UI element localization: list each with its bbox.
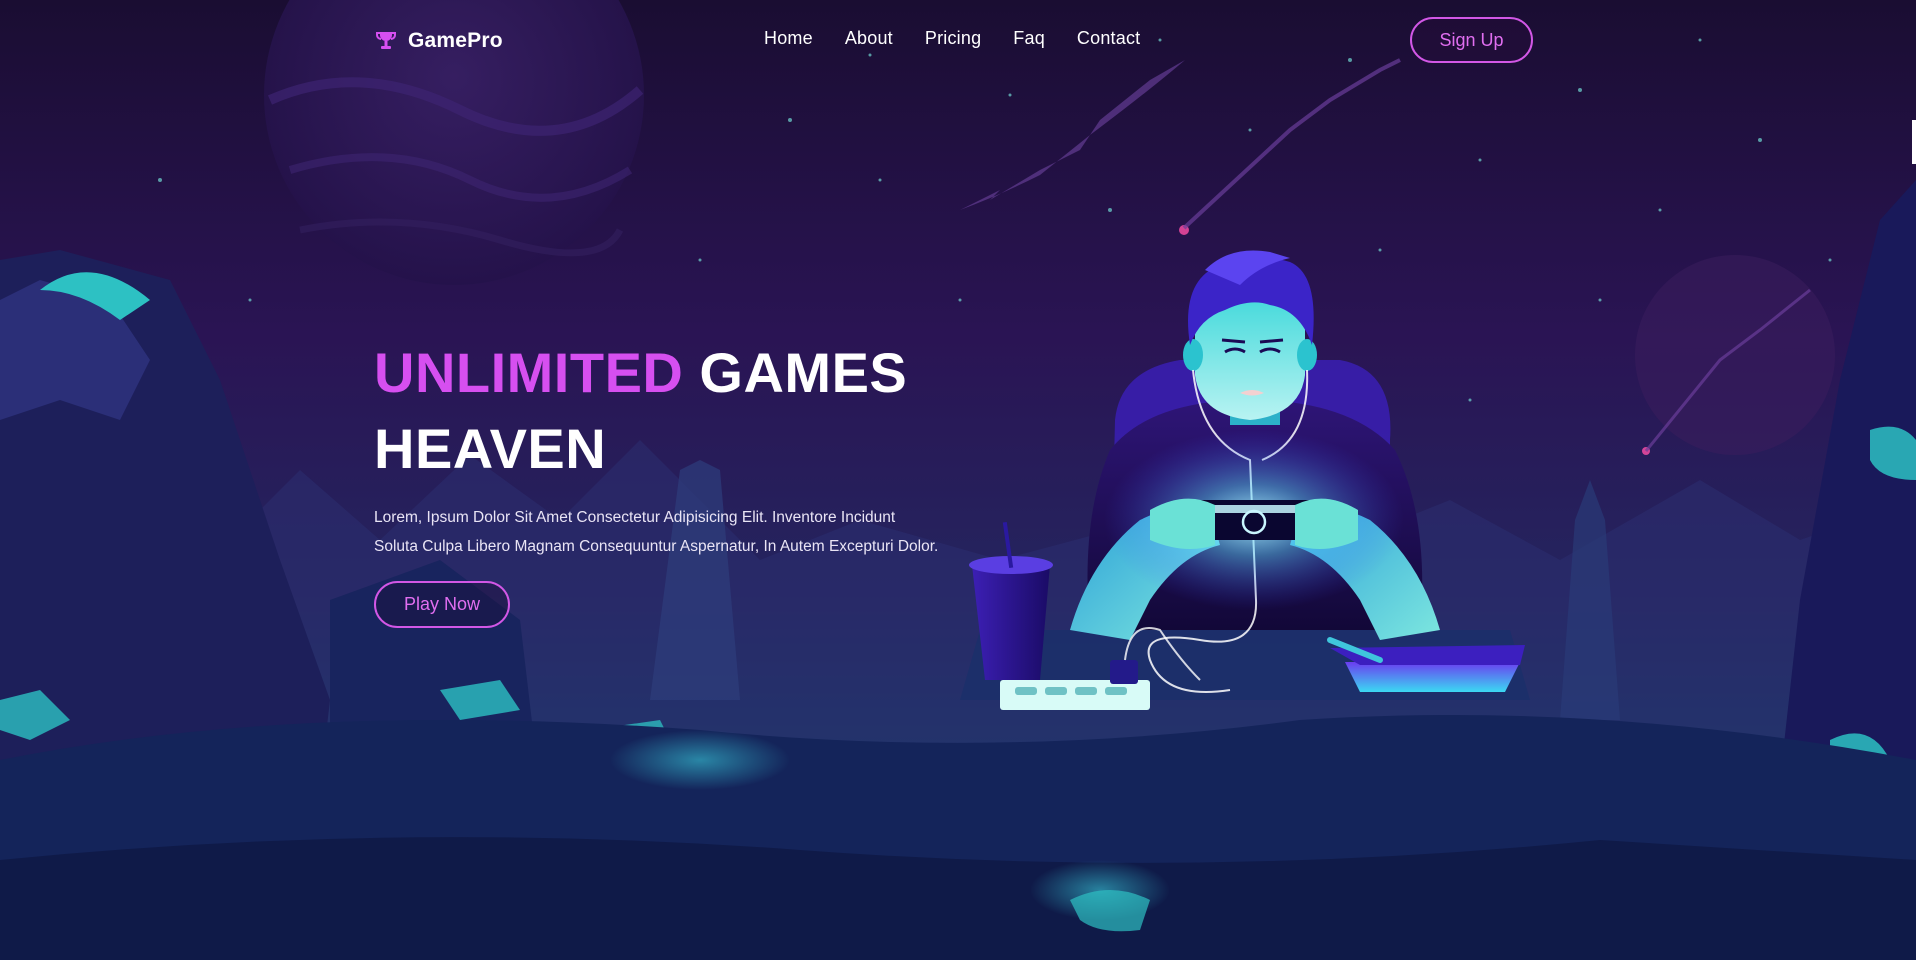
- scrollbar-thumb[interactable]: [1912, 120, 1916, 164]
- landing-page: GamePro Home About Pricing Faq Contact S…: [0, 0, 1916, 960]
- nav-item-faq: Faq: [1013, 28, 1045, 49]
- nav-link-contact[interactable]: Contact: [1077, 28, 1140, 48]
- brand-name: GamePro: [408, 29, 503, 52]
- nav-link-faq[interactable]: Faq: [1013, 28, 1045, 48]
- nav-link-pricing[interactable]: Pricing: [925, 28, 981, 48]
- nav-item-pricing: Pricing: [925, 28, 981, 49]
- hero-title: UNLIMITED GAMES HEAVEN: [374, 335, 1074, 487]
- nav-link-home[interactable]: Home: [764, 28, 813, 48]
- hero-description: Lorem, Ipsum Dolor Sit Amet Consectetur …: [374, 503, 994, 561]
- top-navbar: GamePro Home About Pricing Faq Contact S…: [0, 0, 1916, 80]
- hero-description-line-2: Soluta Culpa Libero Magnam Consequuntur …: [374, 538, 939, 555]
- nav-menu: Home About Pricing Faq Contact: [764, 28, 1140, 49]
- nav-item-home: Home: [764, 28, 813, 49]
- play-now-button[interactable]: Play Now: [374, 581, 510, 628]
- sign-up-button[interactable]: Sign Up: [1410, 17, 1533, 63]
- hero-title-heaven: HEAVEN: [374, 417, 607, 480]
- hero-title-accent: UNLIMITED: [374, 341, 684, 404]
- hero-description-line-1: Lorem, Ipsum Dolor Sit Amet Consectetur …: [374, 509, 896, 526]
- hero-section: UNLIMITED GAMES HEAVEN Lorem, Ipsum Dolo…: [374, 335, 1074, 628]
- brand-logo[interactable]: GamePro: [374, 26, 503, 56]
- nav-item-contact: Contact: [1077, 28, 1140, 49]
- nav-item-about: About: [845, 28, 893, 49]
- hero-title-games: GAMES: [699, 341, 908, 404]
- nav-link-about[interactable]: About: [845, 28, 893, 48]
- trophy-icon: [374, 29, 398, 53]
